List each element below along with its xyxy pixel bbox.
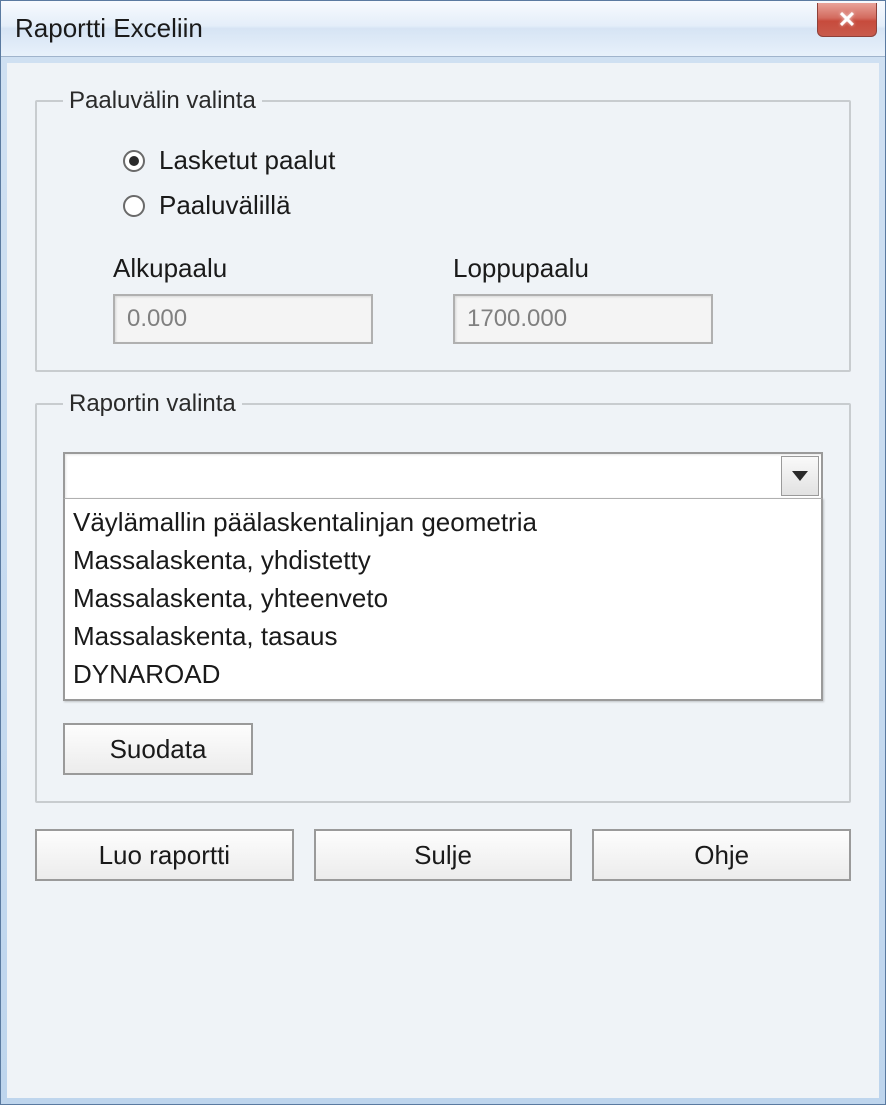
close-icon: ✕ (838, 7, 856, 33)
loppupaalu-column: Loppupaalu (453, 253, 713, 344)
titlebar[interactable]: Raportti Exceliin ✕ (1, 1, 885, 57)
groupbox-legend: Raportin valinta (63, 390, 242, 418)
report-combo-wrap: Väylämallin päälaskentalinjan geometria … (63, 452, 823, 701)
dialog-body: Paaluvälin valinta Lasketut paalut Paalu… (1, 57, 885, 1104)
alkupaalu-column: Alkupaalu (113, 253, 373, 344)
radio-lasketut-paalut[interactable]: Lasketut paalut (123, 145, 823, 176)
bottom-button-row: Luo raportti Sulje Ohje (35, 829, 851, 881)
window-title: Raportti Exceliin (15, 13, 203, 44)
list-item[interactable]: Massalaskenta, tasaus (73, 617, 813, 655)
close-button[interactable]: ✕ (817, 3, 877, 37)
close-dialog-button[interactable]: Sulje (314, 829, 573, 881)
groupbox-raportin-valinta: Raportin valinta Väylämallin päälaskenta… (35, 390, 851, 803)
radio-dot-icon (129, 156, 139, 166)
groupbox-legend: Paaluvälin valinta (63, 87, 262, 115)
radio-label: Lasketut paalut (159, 145, 335, 176)
list-item[interactable]: DYNAROAD (73, 655, 813, 693)
report-listbox[interactable]: Väylämallin päälaskentalinjan geometria … (63, 498, 823, 701)
radio-label: Paaluvälillä (159, 190, 291, 221)
alkupaalu-label: Alkupaalu (113, 253, 373, 284)
chevron-down-icon (792, 471, 808, 481)
list-item[interactable]: Väylämallin päälaskentalinjan geometria (73, 503, 813, 541)
list-item[interactable]: Massalaskenta, yhteenveto (73, 579, 813, 617)
input-row: Alkupaalu Loppupaalu (113, 253, 823, 344)
list-item[interactable]: Massalaskenta, yhdistetty (73, 541, 813, 579)
filter-row: Suodata (63, 723, 823, 775)
radio-icon (123, 195, 145, 217)
groupbox-paaluvalin-valinta: Paaluvälin valinta Lasketut paalut Paalu… (35, 87, 851, 372)
radio-icon (123, 150, 145, 172)
alkupaalu-input (113, 294, 373, 344)
filter-button[interactable]: Suodata (63, 723, 253, 775)
create-report-button[interactable]: Luo raportti (35, 829, 294, 881)
radio-paaluvalilla[interactable]: Paaluvälillä (123, 190, 823, 221)
dialog-window: Raportti Exceliin ✕ Paaluvälin valinta L… (0, 0, 886, 1105)
help-button[interactable]: Ohje (592, 829, 851, 881)
combo-dropdown-button[interactable] (781, 456, 819, 496)
loppupaalu-input (453, 294, 713, 344)
report-combo[interactable] (63, 452, 823, 500)
loppupaalu-label: Loppupaalu (453, 253, 713, 284)
